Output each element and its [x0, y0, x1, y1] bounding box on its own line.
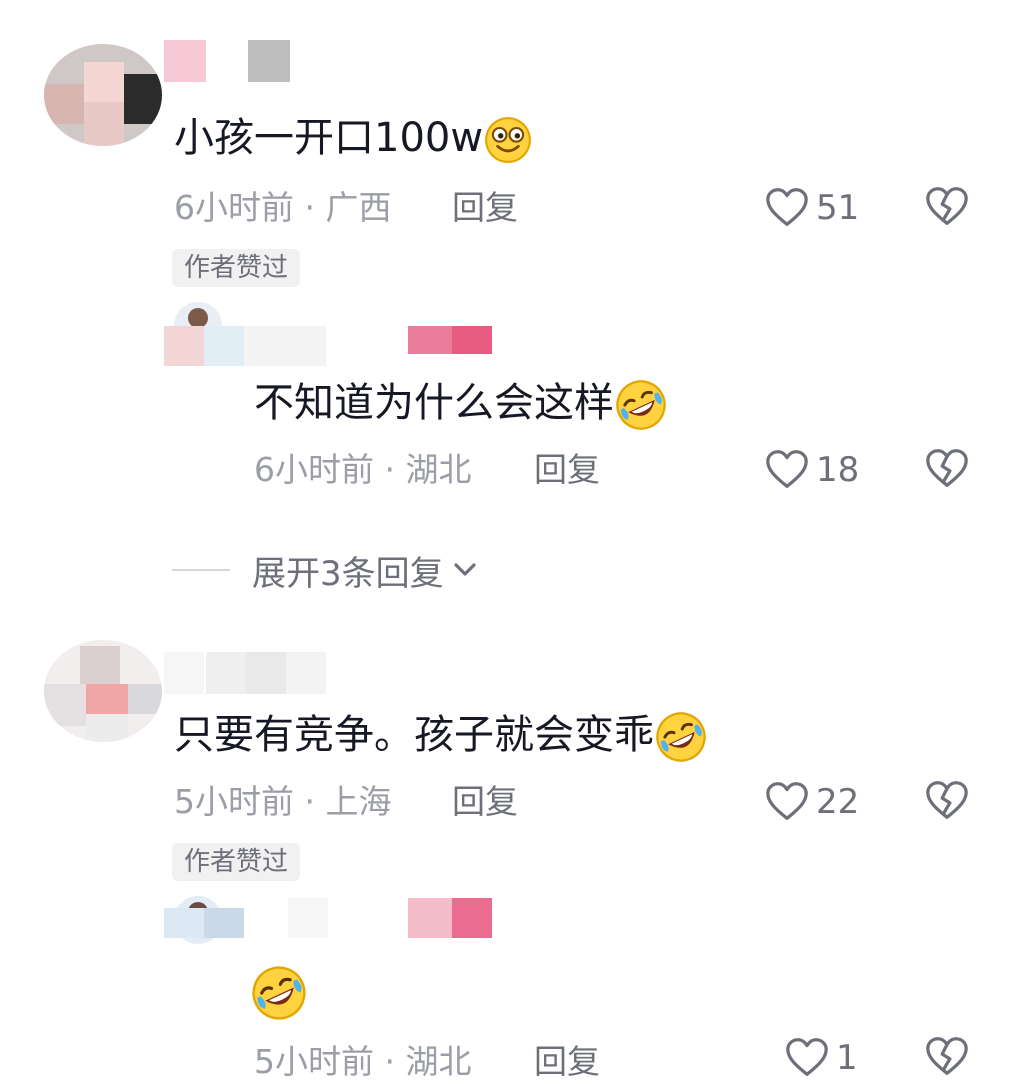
location: 广西: [325, 188, 392, 227]
smiling-face-icon: [483, 115, 533, 165]
username-mosaic[interactable]: [164, 40, 294, 84]
chevron-down-icon: [454, 563, 476, 576]
broken-heart-icon: [924, 446, 970, 492]
reply-meta: 6小时前 · 湖北: [254, 450, 472, 489]
username-mosaic[interactable]: [164, 652, 334, 696]
broken-heart-icon: [924, 184, 970, 230]
author-liked-badge: 作者赞过: [172, 843, 301, 881]
comment-text: 小孩一开口100w: [174, 114, 533, 165]
reply-button[interactable]: 回复: [452, 782, 518, 822]
location: 湖北: [405, 1042, 472, 1081]
reply-button[interactable]: 回复: [534, 1042, 600, 1082]
timestamp: 5小时前: [254, 1042, 374, 1081]
dislike-button[interactable]: [924, 184, 970, 234]
like-button[interactable]: 22: [764, 778, 859, 826]
rofl-face-icon: [614, 378, 668, 432]
rofl-face-icon: [250, 964, 308, 1022]
like-button[interactable]: 18: [764, 446, 859, 494]
dislike-button[interactable]: [924, 778, 970, 828]
heart-icon: [764, 779, 810, 825]
broken-heart-icon: [924, 778, 970, 824]
author-liked-badge: 作者赞过: [172, 249, 301, 287]
comment-meta: 5小时前 · 上海: [174, 782, 392, 821]
like-button[interactable]: 1: [784, 1034, 858, 1082]
heart-icon: [784, 1035, 830, 1081]
like-count: 18: [816, 450, 860, 490]
timestamp: 6小时前: [174, 188, 294, 227]
avatar[interactable]: [44, 44, 162, 146]
divider: [172, 569, 230, 571]
expand-replies-button[interactable]: 展开3条回复: [172, 548, 480, 594]
dislike-button[interactable]: [924, 1034, 970, 1084]
username-mosaic[interactable]: [164, 898, 494, 940]
avatar[interactable]: [44, 640, 162, 742]
like-count: 22: [816, 782, 860, 822]
like-count: 51: [816, 188, 860, 228]
reply-text: [250, 964, 308, 1022]
like-count: 1: [836, 1038, 858, 1078]
heart-icon: [764, 185, 810, 231]
reply-button[interactable]: 回复: [452, 188, 518, 228]
timestamp: 5小时前: [174, 782, 294, 821]
timestamp: 6小时前: [254, 450, 374, 489]
broken-heart-icon: [924, 1034, 970, 1080]
location: 上海: [325, 782, 392, 821]
location: 湖北: [405, 450, 472, 489]
expand-replies-label: 展开3条回复: [252, 553, 444, 594]
comment-meta: 6小时前 · 广西: [174, 188, 392, 227]
username-mosaic[interactable]: [164, 326, 494, 368]
comment-text: 只要有竞争。孩子就会变乖: [174, 710, 708, 764]
reply-button[interactable]: 回复: [534, 450, 600, 490]
rofl-face-icon: [654, 710, 708, 764]
reply-meta: 5小时前 · 湖北: [254, 1042, 472, 1081]
heart-icon: [764, 447, 810, 493]
dislike-button[interactable]: [924, 446, 970, 496]
reply-text: 不知道为什么会这样: [254, 378, 668, 432]
like-button[interactable]: 51: [764, 184, 859, 232]
